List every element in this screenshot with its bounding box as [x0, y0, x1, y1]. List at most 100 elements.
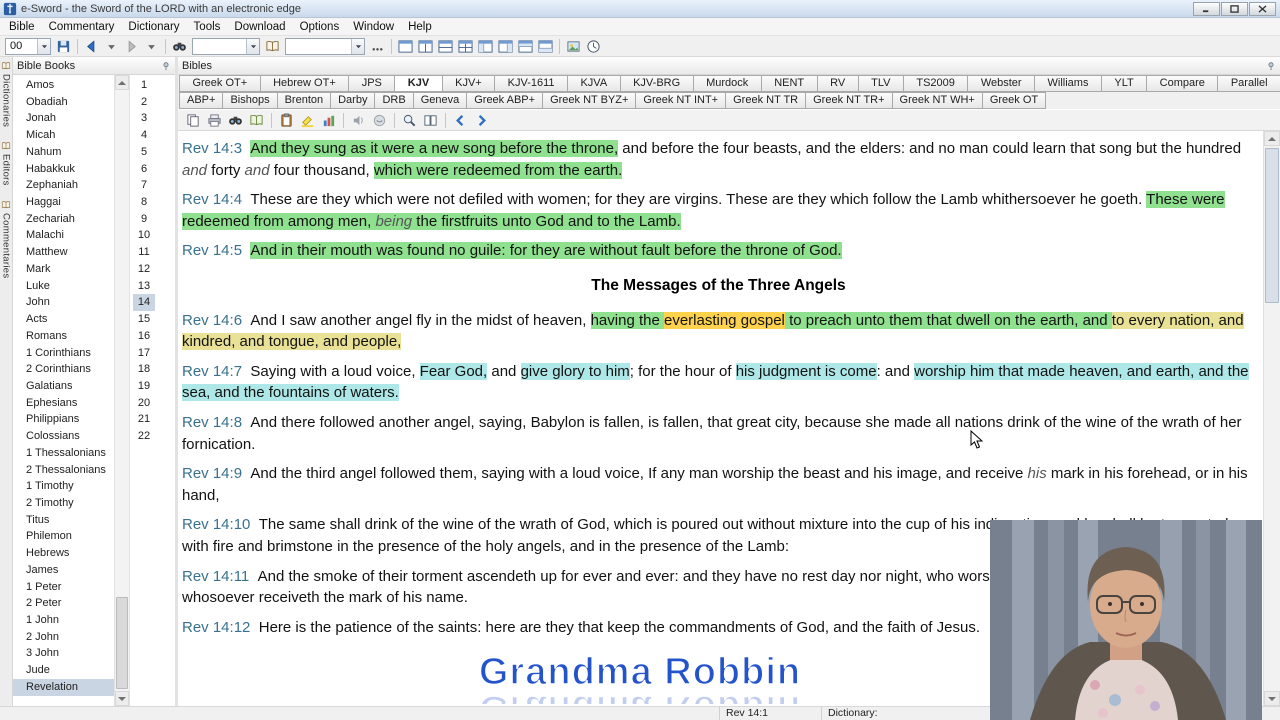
- chapter-10[interactable]: 10: [130, 227, 175, 244]
- book-1-peter[interactable]: 1 Peter: [13, 579, 114, 596]
- back-icon[interactable]: [82, 37, 101, 55]
- chapter-18[interactable]: 18: [130, 361, 175, 378]
- menu-options[interactable]: Options: [293, 20, 347, 34]
- book-obadiah[interactable]: Obadiah: [13, 94, 114, 111]
- book-2-timothy[interactable]: 2 Timothy: [13, 495, 114, 512]
- tab-abp+[interactable]: ABP+: [179, 92, 224, 109]
- tab-greek-nt-tr[interactable]: Greek NT TR: [725, 92, 807, 109]
- book-haggai[interactable]: Haggai: [13, 194, 114, 211]
- lookup-combo[interactable]: [192, 37, 260, 55]
- book-ephesians[interactable]: Ephesians: [13, 395, 114, 412]
- book-hebrews[interactable]: Hebrews: [13, 545, 114, 562]
- side-tab-editors[interactable]: Editors: [1, 141, 12, 186]
- layout-left-icon[interactable]: [476, 37, 495, 55]
- menu-bible[interactable]: Bible: [2, 20, 42, 34]
- search-icon[interactable]: [226, 111, 245, 129]
- chapter-8[interactable]: 8: [130, 194, 175, 211]
- caret-down-icon[interactable]: [246, 38, 259, 54]
- scroll-down-button[interactable]: [115, 691, 129, 706]
- book-list-scrollbar[interactable]: [114, 75, 130, 706]
- chapter-14[interactable]: 14: [130, 294, 175, 312]
- next-icon[interactable]: [472, 111, 491, 129]
- chapter-12[interactable]: 12: [130, 261, 175, 278]
- tab-ylt[interactable]: YLT: [1100, 75, 1148, 92]
- chapter-2[interactable]: 2: [130, 94, 175, 111]
- tab-greek-nt-wh+[interactable]: Greek NT WH+: [891, 92, 983, 109]
- tab-ts2009[interactable]: TS2009: [902, 75, 969, 92]
- pushpin-icon[interactable]: [1266, 61, 1276, 71]
- book-jude[interactable]: Jude: [13, 662, 114, 679]
- chapter-4[interactable]: 4: [130, 127, 175, 144]
- tab-williams[interactable]: Williams: [1034, 75, 1102, 92]
- more-icon[interactable]: [368, 37, 387, 55]
- tab-kjv[interactable]: KJV: [394, 75, 443, 92]
- tab-jps[interactable]: JPS: [348, 75, 396, 92]
- book-3-john[interactable]: 3 John: [13, 645, 114, 662]
- tab-greek-abp+[interactable]: Greek ABP+: [466, 92, 544, 109]
- book-1-john[interactable]: 1 John: [13, 612, 114, 629]
- reference-combo[interactable]: [285, 37, 365, 55]
- tab-tlv[interactable]: TLV: [857, 75, 904, 92]
- tab-greek-nt-tr+[interactable]: Greek NT TR+: [805, 92, 893, 109]
- layout-vsplit-icon[interactable]: [416, 37, 435, 55]
- search-icon[interactable]: [170, 37, 189, 55]
- book-icon[interactable]: [263, 37, 282, 55]
- chapter-13[interactable]: 13: [130, 278, 175, 295]
- book-habakkuk[interactable]: Habakkuk: [13, 161, 114, 178]
- book-zechariah[interactable]: Zechariah: [13, 211, 114, 228]
- scroll-thumb[interactable]: [116, 597, 128, 689]
- zoom-icon[interactable]: [400, 111, 419, 129]
- verse-ref[interactable]: Rev 14:8: [182, 414, 242, 431]
- menu-download[interactable]: Download: [227, 20, 292, 34]
- chapter-21[interactable]: 21: [130, 411, 175, 428]
- chapter-22[interactable]: 22: [130, 428, 175, 445]
- book-2-thessalonians[interactable]: 2 Thessalonians: [13, 462, 114, 479]
- copy-icon[interactable]: [184, 111, 203, 129]
- book-romans[interactable]: Romans: [13, 328, 114, 345]
- verse-ref[interactable]: Rev 14:6: [182, 312, 242, 329]
- scroll-up-button[interactable]: [115, 75, 129, 90]
- tab-murdock[interactable]: Murdock: [692, 75, 762, 92]
- side-tab-commentaries[interactable]: Commentaries: [1, 200, 12, 278]
- chapter-19[interactable]: 19: [130, 378, 175, 395]
- verse-ref[interactable]: Rev 14:11: [182, 568, 249, 585]
- book-micah[interactable]: Micah: [13, 127, 114, 144]
- tab-darby[interactable]: Darby: [330, 92, 376, 109]
- tab-drb[interactable]: DRB: [374, 92, 414, 109]
- side-tab-dictionaries[interactable]: Dictionaries: [1, 61, 12, 127]
- caret-down-icon[interactable]: [37, 38, 50, 54]
- tab-kjva[interactable]: KJVA: [567, 75, 621, 92]
- highlight-icon[interactable]: [298, 111, 317, 129]
- print-icon[interactable]: [205, 111, 224, 129]
- tab-hebrew-ot+[interactable]: Hebrew OT+: [259, 75, 350, 92]
- tab-kjv-1611[interactable]: KJV-1611: [494, 75, 569, 92]
- chapter-6[interactable]: 6: [130, 161, 175, 178]
- forward-icon[interactable]: [122, 37, 141, 55]
- book-philippians[interactable]: Philippians: [13, 411, 114, 428]
- book-galatians[interactable]: Galatians: [13, 378, 114, 395]
- verse-ref[interactable]: Rev 14:9: [182, 465, 242, 482]
- clipboard-icon[interactable]: [277, 111, 296, 129]
- chapter-16[interactable]: 16: [130, 328, 175, 345]
- book-2-corinthians[interactable]: 2 Corinthians: [13, 361, 114, 378]
- verse-ref[interactable]: Rev 14:12: [182, 619, 250, 636]
- book-2-peter[interactable]: 2 Peter: [13, 595, 114, 612]
- clock-icon[interactable]: [584, 37, 603, 55]
- book-1-thessalonians[interactable]: 1 Thessalonians: [13, 445, 114, 462]
- book-amos[interactable]: Amos: [13, 77, 114, 94]
- graph-icon[interactable]: [319, 111, 338, 129]
- text-scrollbar[interactable]: [1263, 131, 1280, 706]
- book-zephaniah[interactable]: Zephaniah: [13, 177, 114, 194]
- tab-kjv+[interactable]: KJV+: [441, 75, 496, 92]
- tab-nent[interactable]: NENT: [760, 75, 818, 92]
- back-caret-icon[interactable]: [102, 37, 121, 55]
- chapter-17[interactable]: 17: [130, 345, 175, 362]
- prev-icon[interactable]: [451, 111, 470, 129]
- chapter-9[interactable]: 9: [130, 211, 175, 228]
- tab-greek-nt-int+[interactable]: Greek NT INT+: [635, 92, 727, 109]
- verse-ref[interactable]: Rev 14:10: [182, 516, 250, 533]
- book-1-corinthians[interactable]: 1 Corinthians: [13, 345, 114, 362]
- layout-right-icon[interactable]: [496, 37, 515, 55]
- tab-brenton[interactable]: Brenton: [276, 92, 332, 109]
- book-titus[interactable]: Titus: [13, 512, 114, 529]
